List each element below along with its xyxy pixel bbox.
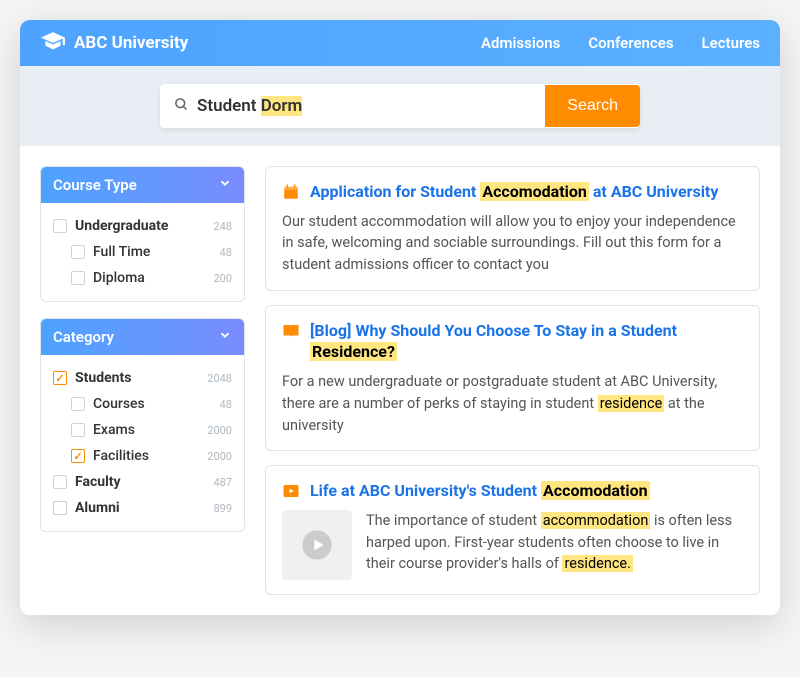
result-card: Application for Student Accomodation at … bbox=[265, 166, 760, 291]
filter-item[interactable]: Courses 48 bbox=[53, 391, 232, 417]
filter-count: 899 bbox=[213, 502, 232, 515]
card-header: Application for Student Accomodation at … bbox=[282, 181, 743, 203]
result-snippet: For a new undergraduate or postgraduate … bbox=[282, 371, 743, 436]
result-title[interactable]: Application for Student Accomodation at … bbox=[310, 181, 718, 203]
search-button[interactable]: Search bbox=[545, 85, 640, 127]
card-header: [Blog] Why Should You Choose To Stay in … bbox=[282, 320, 743, 363]
search-icon bbox=[160, 97, 197, 116]
calendar-icon bbox=[282, 183, 300, 201]
filter-item[interactable]: Students 2048 bbox=[53, 365, 232, 391]
nav-lectures[interactable]: Lectures bbox=[702, 34, 760, 52]
result-body: Our student accommodation will allow you… bbox=[282, 211, 743, 276]
result-card: Life at ABC University's Student Accomod… bbox=[265, 465, 760, 595]
filter-count: 248 bbox=[213, 220, 232, 233]
filter-count: 200 bbox=[213, 272, 232, 285]
filter-count: 2000 bbox=[207, 450, 232, 463]
panel-header[interactable]: Course Type bbox=[41, 167, 244, 203]
filter-item[interactable]: Exams 2000 bbox=[53, 417, 232, 443]
filter-label: Alumni bbox=[75, 500, 120, 516]
book-icon bbox=[282, 322, 300, 340]
filter-count: 2048 bbox=[207, 372, 232, 385]
brand-name: ABC University bbox=[74, 33, 188, 53]
panel-header[interactable]: Category bbox=[41, 319, 244, 355]
filter-label: Faculty bbox=[75, 474, 121, 490]
filter-label: Facilities bbox=[93, 448, 149, 464]
video-thumbnail[interactable] bbox=[282, 510, 352, 580]
filter-label: Students bbox=[75, 370, 131, 386]
app-window: ABC University Admissions Conferences Le… bbox=[20, 20, 780, 615]
panel-title: Category bbox=[53, 328, 114, 346]
logo-icon bbox=[40, 30, 66, 56]
checkbox[interactable] bbox=[71, 397, 85, 411]
video-icon bbox=[282, 482, 300, 500]
result-card: [Blog] Why Should You Choose To Stay in … bbox=[265, 305, 760, 451]
search-input[interactable]: Student Dorm bbox=[197, 84, 545, 128]
filter-count: 48 bbox=[220, 246, 232, 259]
result-snippet: Our student accommodation will allow you… bbox=[282, 211, 743, 276]
checkbox[interactable] bbox=[53, 501, 67, 515]
header: ABC University Admissions Conferences Le… bbox=[20, 20, 780, 66]
result-snippet: The importance of student accommodation … bbox=[366, 510, 743, 575]
nav-conferences[interactable]: Conferences bbox=[588, 34, 673, 52]
filter-panel: Course Type Undergraduate 248 Full Time 48 Di… bbox=[40, 166, 245, 302]
top-nav: Admissions Conferences Lectures bbox=[481, 34, 760, 52]
checkbox[interactable] bbox=[71, 423, 85, 437]
card-header: Life at ABC University's Student Accomod… bbox=[282, 480, 743, 502]
result-body: The importance of student accommodation … bbox=[282, 510, 743, 580]
result-title[interactable]: Life at ABC University's Student Accomod… bbox=[310, 480, 650, 502]
brand[interactable]: ABC University bbox=[40, 30, 188, 56]
checkbox[interactable] bbox=[71, 245, 85, 259]
filter-label: Diploma bbox=[93, 270, 145, 286]
result-body: For a new undergraduate or postgraduate … bbox=[282, 371, 743, 436]
filter-count: 2000 bbox=[207, 424, 232, 437]
filter-label: Exams bbox=[93, 422, 135, 438]
nav-admissions[interactable]: Admissions bbox=[481, 34, 560, 52]
filter-count: 487 bbox=[213, 476, 232, 489]
content: Course Type Undergraduate 248 Full Time 48 Di… bbox=[20, 146, 780, 615]
filter-item[interactable]: Diploma 200 bbox=[53, 265, 232, 291]
chevron-down-icon bbox=[218, 328, 232, 346]
searchbar: Student Dorm Search bbox=[160, 84, 640, 128]
filter-item[interactable]: Alumni 899 bbox=[53, 495, 232, 521]
checkbox[interactable] bbox=[71, 271, 85, 285]
filter-label: Undergraduate bbox=[75, 218, 168, 234]
filter-item[interactable]: Undergraduate 248 bbox=[53, 213, 232, 239]
checkbox[interactable] bbox=[53, 475, 67, 489]
filter-item[interactable]: Facilities 2000 bbox=[53, 443, 232, 469]
panel-body: Undergraduate 248 Full Time 48 Diploma 200 bbox=[41, 203, 244, 301]
filter-item[interactable]: Full Time 48 bbox=[53, 239, 232, 265]
filter-count: 48 bbox=[220, 398, 232, 411]
sidebar: Course Type Undergraduate 248 Full Time 48 Di… bbox=[40, 166, 245, 595]
filter-item[interactable]: Faculty 487 bbox=[53, 469, 232, 495]
panel-body: Students2048Courses48Exams2000Facilities… bbox=[41, 355, 244, 531]
searchbar-area: Student Dorm Search bbox=[20, 66, 780, 146]
checkbox[interactable] bbox=[53, 371, 67, 385]
results-list: Application for Student Accomodation at … bbox=[265, 166, 760, 595]
panel-title: Course Type bbox=[53, 176, 137, 194]
checkbox[interactable] bbox=[53, 219, 67, 233]
chevron-down-icon bbox=[218, 176, 232, 194]
result-title[interactable]: [Blog] Why Should You Choose To Stay in … bbox=[310, 320, 743, 363]
filter-panel: CategoryStudents2048Courses48Exams2000Fa… bbox=[40, 318, 245, 532]
checkbox[interactable] bbox=[71, 449, 85, 463]
filter-label: Courses bbox=[93, 396, 145, 412]
play-icon bbox=[301, 529, 333, 561]
filter-label: Full Time bbox=[93, 244, 150, 260]
